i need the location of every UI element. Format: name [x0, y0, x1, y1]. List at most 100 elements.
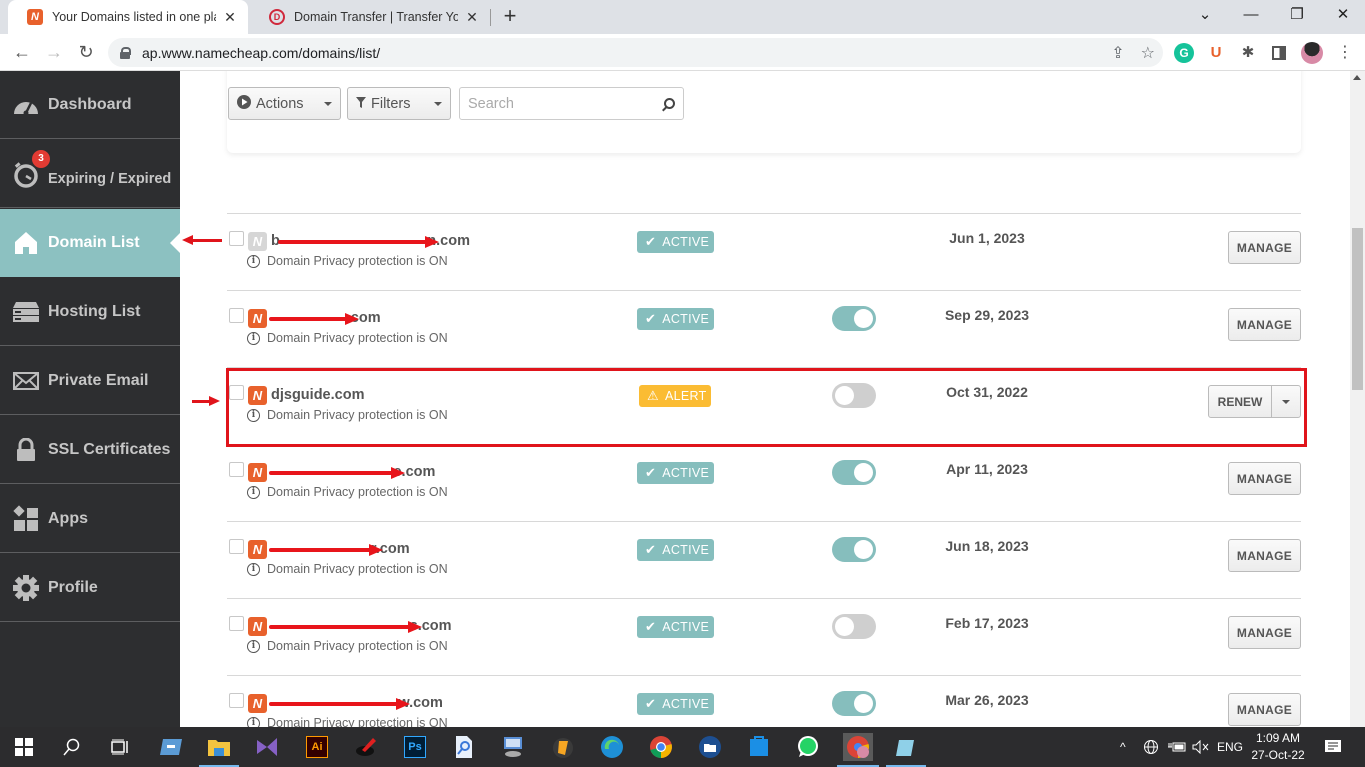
info-icon[interactable]: i — [247, 716, 260, 727]
domain-name[interactable]: soundsystemreviews.com — [269, 618, 452, 634]
notepad-icon[interactable] — [886, 733, 926, 767]
row-checkbox[interactable] — [229, 616, 244, 631]
search-input[interactable] — [468, 95, 664, 112]
browser-menu-icon[interactable]: ⋮ — [1335, 43, 1355, 63]
auto-renew-toggle[interactable] — [832, 460, 876, 485]
chrome-profile-icon[interactable] — [837, 733, 879, 767]
search-icon[interactable] — [664, 98, 675, 109]
share-icon[interactable]: ⇪ — [1111, 43, 1124, 63]
photoshop-icon[interactable]: Ps — [401, 733, 429, 761]
edge-browser-icon[interactable] — [598, 733, 626, 761]
auto-renew-toggle[interactable] — [832, 537, 876, 562]
renew-button[interactable]: RENEW — [1209, 386, 1272, 417]
forward-button[interactable]: → — [42, 40, 66, 64]
close-window-button[interactable]: ✕ — [1320, 0, 1365, 30]
file-explorer-icon[interactable] — [199, 733, 239, 767]
ublock-extension-icon[interactable]: U — [1206, 43, 1226, 63]
manage-button[interactable]: MANAGE — [1228, 693, 1301, 726]
row-checkbox[interactable] — [229, 385, 244, 400]
remote-desktop-icon[interactable] — [157, 733, 185, 761]
grammarly-extension-icon[interactable]: G — [1174, 43, 1194, 63]
file-manager-icon[interactable] — [696, 733, 724, 761]
domain-name[interactable]: projectorpicker.com — [269, 541, 410, 557]
domain-name[interactable]: djsguide.com — [271, 387, 364, 403]
row-checkbox[interactable] — [229, 308, 244, 323]
row-checkbox[interactable] — [229, 539, 244, 554]
task-view-icon[interactable] — [106, 733, 134, 761]
manage-button[interactable]: MANAGE — [1228, 539, 1301, 572]
url-text[interactable]: ap.www.namecheap.com/domains/list/ — [142, 45, 380, 61]
domain-name[interactable]: soundsystemreview.com — [268, 695, 443, 711]
info-icon[interactable]: i — [247, 408, 260, 422]
row-checkbox[interactable] — [229, 693, 244, 708]
page-scrollbar[interactable] — [1350, 71, 1365, 727]
actions-dropdown[interactable]: Actions — [228, 87, 341, 120]
search-field[interactable] — [459, 87, 684, 120]
volume-muted-icon[interactable] — [1192, 727, 1210, 767]
manage-button[interactable]: MANAGE — [1228, 308, 1301, 341]
close-tab-icon[interactable]: ✕ — [464, 9, 480, 26]
info-icon[interactable]: i — [247, 331, 260, 345]
sidebar-item-ssl-certificates[interactable]: SSL Certificates — [0, 416, 180, 484]
auto-renew-toggle[interactable] — [832, 614, 876, 639]
info-icon[interactable]: i — [247, 254, 260, 268]
domain-name[interactable]: headphonesadvice.com — [268, 464, 435, 480]
new-tab-button[interactable]: + — [498, 4, 522, 28]
sidebar-item-dashboard[interactable]: Dashboard — [0, 71, 180, 139]
sidebar-item-private-email[interactable]: Private Email — [0, 347, 180, 415]
close-tab-icon[interactable]: ✕ — [222, 9, 238, 26]
system-clock[interactable]: 1:09 AM 27-Oct-22 — [1248, 730, 1308, 764]
search-icon[interactable] — [58, 733, 86, 761]
sidebar-item-profile[interactable]: Profile — [0, 554, 180, 622]
visual-studio-icon[interactable] — [253, 733, 281, 761]
info-icon[interactable]: i — [247, 562, 260, 576]
battery-charging-icon[interactable] — [1168, 727, 1186, 767]
chrome-icon[interactable] — [647, 733, 675, 761]
auto-renew-toggle[interactable] — [832, 306, 876, 331]
illustrator-icon[interactable]: Ai — [303, 733, 331, 761]
manage-button[interactable]: MANAGE — [1228, 616, 1301, 649]
sidebar-item-apps[interactable]: Apps — [0, 485, 180, 553]
sidebar-item-expiring[interactable]: 3 Expiring / Expired — [0, 140, 180, 208]
manage-button[interactable]: MANAGE — [1228, 231, 1301, 264]
show-hidden-icons-chevron[interactable]: ^ — [1120, 727, 1126, 767]
tab-domain-transfer[interactable]: D Domain Transfer | Transfer Your D ✕ — [250, 0, 490, 34]
scrollbar-thumb[interactable] — [1352, 228, 1363, 390]
renew-options-chevron-down-icon[interactable] — [1272, 386, 1300, 417]
info-icon[interactable]: i — [247, 485, 260, 499]
row-checkbox[interactable] — [229, 462, 244, 477]
auto-renew-toggle[interactable] — [832, 691, 876, 716]
fl-studio-icon[interactable] — [549, 733, 577, 761]
bookmark-star-icon[interactable]: ☆ — [1141, 43, 1155, 63]
network-computer-icon[interactable] — [499, 733, 527, 761]
search-document-icon[interactable] — [450, 733, 478, 761]
minimize-button[interactable]: — — [1228, 0, 1274, 30]
scroll-up-arrow-icon[interactable] — [1353, 75, 1361, 80]
input-language[interactable]: ENG — [1217, 727, 1243, 767]
info-icon[interactable]: i — [247, 639, 260, 653]
lock-icon[interactable] — [120, 46, 131, 59]
tab-search-icon[interactable]: ⌄ — [1182, 0, 1228, 30]
filters-dropdown[interactable]: Filters — [347, 87, 451, 120]
domain-name[interactable]: camerapay.com — [269, 310, 381, 326]
row-checkbox[interactable] — [229, 231, 244, 246]
sidebar-item-hosting-list[interactable]: Hosting List — [0, 278, 180, 346]
side-panel-icon[interactable] — [1272, 46, 1286, 60]
notification-center-icon[interactable] — [1324, 727, 1342, 767]
network-globe-icon[interactable] — [1143, 727, 1159, 767]
manage-button[interactable]: MANAGE — [1228, 462, 1301, 495]
reload-button[interactable]: ↻ — [74, 40, 98, 64]
profile-avatar[interactable] — [1301, 42, 1323, 64]
media-player-icon[interactable] — [352, 733, 380, 761]
extensions-puzzle-icon[interactable]: ✱ — [1238, 43, 1258, 63]
domain-name[interactable]: bestheadphonesforumn.com — [271, 233, 470, 249]
ms-store-icon[interactable] — [745, 733, 773, 761]
url-bar[interactable]: ap.www.namecheap.com/domains/list/ ⇪ ☆ — [108, 38, 1163, 67]
whatsapp-icon[interactable] — [794, 733, 822, 761]
auto-renew-toggle[interactable] — [832, 383, 876, 408]
restore-button[interactable]: ❐ — [1274, 0, 1320, 30]
sidebar-item-domain-list[interactable]: Domain List — [0, 209, 180, 277]
windows-start-icon[interactable] — [10, 733, 38, 761]
back-button[interactable]: ← — [10, 40, 34, 64]
tab-your-domains[interactable]: N Your Domains listed in one place ✕ — [8, 0, 248, 34]
